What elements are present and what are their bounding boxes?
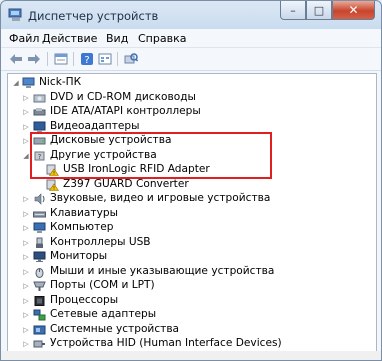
svg-text:!: ! [53,186,55,191]
tree-item-label: Сетевые адаптеры [50,308,157,321]
svg-text:?: ? [84,55,89,66]
toolbar-separator [47,52,48,66]
sound-icon [34,193,45,205]
hid-icon [33,340,45,348]
tree-item-label: Видеоадаптеры [50,119,140,132]
tree-item-label: Порты (COM и LPT) [50,279,155,292]
video-adapter-icon [33,121,46,132]
toolbar-separator [73,52,74,66]
forward-arrow-icon[interactable] [26,51,42,67]
tree-item-label: Устройства HID (Human Interface Devices) [50,337,282,350]
menu-bar: Файл Действие Вид Справка [1,29,381,48]
tree-item-label: Компьютер [50,221,114,234]
warning-device-icon: ! [46,179,59,191]
menu-file[interactable]: Файл [9,32,39,45]
toolbar: ? [1,48,381,71]
tree-item-label: Процессоры [50,293,119,306]
scan-hardware-icon[interactable] [123,51,139,67]
highlight-box [30,132,272,179]
tree-item-label: Контроллеры USB [50,235,151,248]
collapse-icon[interactable]: ◢ [22,148,30,164]
tree-item-label: Клавиатуры [50,206,118,219]
device-tree[interactable]: ◢ Nick-ПК ▷ DVD и CD-ROM дисководы ▷ IDE… [7,73,377,355]
back-arrow-icon[interactable] [8,51,24,67]
monitor-icon [33,251,46,263]
toolbar-separator [117,52,118,66]
processor-icon [34,295,45,306]
maximize-button[interactable]: □ [306,1,332,20]
tree-item-label: Мыши и иные указывающие устройства [50,264,275,277]
help-icon[interactable]: ? [79,51,95,67]
properties-icon[interactable] [53,51,69,67]
tree-item-label: IDE ATA/ATAPI контроллеры [50,105,201,118]
collapse-icon[interactable]: ◢ [12,75,20,91]
tree-root-label: Nick-ПК [39,76,82,88]
caption-buttons: – □ ✕ [280,1,375,21]
minimize-button[interactable]: – [280,1,306,20]
device-manager-window: Диспетчер устройств – □ ✕ Файл Действие … [0,0,382,361]
menu-action[interactable]: Действие [42,32,97,45]
device-manager-app-icon [8,8,22,21]
ide-controller-icon [33,108,46,116]
dvd-drive-icon [33,94,46,103]
computer-icon [33,222,46,234]
menu-help[interactable]: Справка [138,32,186,45]
network-icon [33,309,46,321]
mouse-icon [35,267,44,278]
tree-item-label: DVD и CD-ROM дисководы [50,90,196,103]
menu-view[interactable]: Вид [106,32,128,45]
tree-item-label: Звуковые, видео и игровые устройства [50,192,271,205]
window-title: Диспетчер устройств [28,9,159,23]
title-bar[interactable]: Диспетчер устройств – □ ✕ [1,1,381,29]
view-icon[interactable] [97,51,113,67]
status-bar [1,351,381,360]
usb-icon [36,237,43,248]
close-button[interactable]: ✕ [332,1,375,20]
tree-item-label: Z397 GUARD Converter [63,177,189,190]
tree-item-label: Системные устройства [50,322,180,335]
system-icon [33,325,46,335]
tree-item-label: Мониторы [50,250,108,263]
port-icon [33,281,46,292]
keyboard-icon [33,211,46,218]
computer-icon [22,77,35,88]
